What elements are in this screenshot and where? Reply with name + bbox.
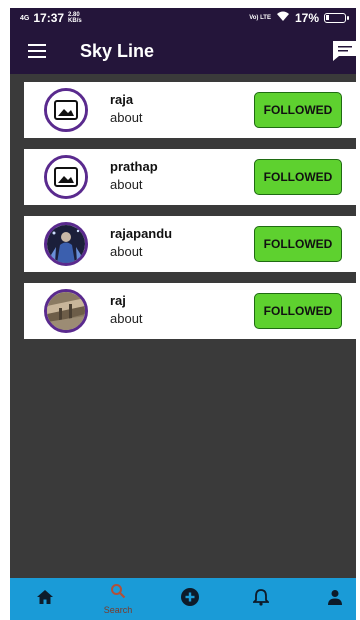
nav-home[interactable] (32, 578, 58, 620)
app-title: Sky Line (80, 41, 155, 61)
nav-search-label: Search (103, 605, 133, 615)
battery-level (326, 15, 329, 20)
followed-button[interactable]: FOLLOWED (254, 226, 342, 262)
person-icon (327, 589, 343, 610)
image-placeholder-icon (44, 155, 88, 199)
volte-indicator: Vo) LTE (249, 15, 271, 21)
search-icon (110, 583, 126, 604)
network-type: 4G (20, 14, 30, 22)
status-right: Vo) LTE 17% (249, 11, 349, 25)
network-speed-unit: KB/s (68, 18, 82, 24)
app-bar: Sky Line (10, 29, 356, 74)
user-about: about (110, 110, 143, 125)
user-name: raj (110, 293, 126, 308)
bell-icon (251, 588, 271, 611)
status-bar: 4G 17:37 2.80 KB/s Vo) LTE 17% (10, 8, 356, 29)
nav-profile[interactable] (324, 578, 346, 620)
status-left: 4G 17:37 2.80 KB/s (20, 11, 82, 25)
battery-icon (324, 13, 349, 23)
user-card[interactable]: rajapandu about FOLLOWED (24, 216, 356, 272)
network-speed: 2.80 KB/s (68, 12, 82, 24)
followed-button[interactable]: FOLLOWED (254, 293, 342, 329)
hamburger-menu-icon[interactable] (28, 44, 46, 58)
nav-search[interactable]: Search (96, 578, 140, 620)
nav-add[interactable] (178, 578, 202, 620)
wifi-icon (276, 11, 290, 25)
user-card[interactable]: prathap about FOLLOWED (24, 149, 356, 205)
image-placeholder-icon (44, 88, 88, 132)
phone-screen: 4G 17:37 2.80 KB/s Vo) LTE 17% Sky Line (10, 8, 356, 620)
user-about: about (110, 311, 143, 326)
profile-photo (44, 289, 88, 333)
status-time: 17:37 (33, 11, 65, 25)
user-card[interactable]: raj about FOLLOWED (24, 283, 356, 339)
user-name: raja (110, 92, 134, 107)
nav-notifications[interactable] (250, 578, 272, 620)
user-name: rajapandu (110, 226, 173, 241)
profile-photo (44, 222, 88, 266)
add-circle-icon (180, 587, 200, 612)
user-about: about (110, 177, 143, 192)
user-card[interactable]: raja about FOLLOWED (24, 82, 356, 138)
followed-button[interactable]: FOLLOWED (254, 92, 342, 128)
followed-button[interactable]: FOLLOWED (254, 159, 342, 195)
home-icon (36, 589, 54, 610)
user-name: prathap (110, 159, 158, 174)
user-about: about (110, 244, 143, 259)
user-list: raja about FOLLOWED prathap about FOLLOW… (24, 82, 356, 350)
battery-percent: 17% (294, 11, 319, 25)
chat-bubble-icon[interactable] (330, 39, 356, 68)
bottom-navigation: Search (10, 578, 356, 620)
